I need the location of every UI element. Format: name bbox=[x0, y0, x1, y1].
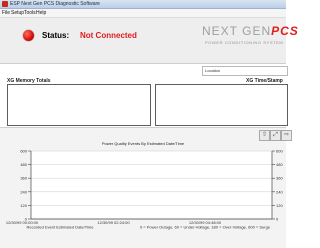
title-bar: ESP Next Gen PCS Diagnostic Software bbox=[0, 0, 286, 9]
x-tick-label: 12/30/99 02:24:00 bbox=[97, 220, 130, 225]
logo: NEXT GENPCS bbox=[202, 24, 299, 38]
status-value: Not Connected bbox=[80, 31, 137, 40]
y-tick-label-left: 240 bbox=[20, 189, 27, 194]
memory-totals-panel bbox=[7, 84, 151, 126]
x-axis-title: Recorded Event Estimated Date/Time bbox=[27, 225, 95, 230]
app-icon bbox=[2, 1, 8, 7]
menu-bar: File Setup Tools Help bbox=[0, 9, 286, 18]
menu-file[interactable]: File bbox=[2, 9, 10, 17]
events-chart: 0 0120 120240 240360 360480 480600 60012/30/99… bbox=[6, 149, 284, 230]
logo-text: NEXT GEN bbox=[202, 24, 272, 38]
status-indicator-icon bbox=[23, 30, 34, 41]
window-title: ESP Next Gen PCS Diagnostic Software bbox=[10, 1, 100, 7]
location-field[interactable] bbox=[202, 66, 288, 76]
y-tick-label-left: 600 bbox=[20, 149, 27, 154]
y-tick-label-left: 120 bbox=[20, 203, 27, 208]
menu-setup[interactable]: Setup bbox=[11, 9, 24, 17]
y-tick-label-right: 240 bbox=[276, 189, 283, 194]
menu-tools[interactable]: Tools bbox=[24, 9, 36, 17]
timestamp-panel bbox=[155, 84, 288, 126]
menu-help[interactable]: Help bbox=[36, 9, 46, 17]
logo-subtitle: POWER CONDITIONING SYSTEM bbox=[205, 40, 284, 45]
chart-legend-text: 0 = Power Outage, 60 = Under-Voltage, 18… bbox=[140, 225, 271, 230]
status-header: Status: Not Connected NEXT GENPCS POWER … bbox=[0, 18, 298, 76]
plot-background bbox=[31, 151, 272, 219]
chart-area: ⇧ ⤢ ⇨ Power Quality Events By Estimated … bbox=[0, 127, 292, 248]
y-tick-label-right: 0 bbox=[276, 217, 279, 222]
status-label: Status: bbox=[42, 31, 70, 40]
y-tick-label-right: 120 bbox=[276, 203, 283, 208]
y-tick-label-right: 600 bbox=[276, 149, 283, 154]
y-tick-label-right: 480 bbox=[276, 162, 283, 167]
logo-accent-text: PCS bbox=[271, 24, 299, 38]
y-tick-label-left: 480 bbox=[20, 162, 27, 167]
y-tick-label-right: 360 bbox=[276, 176, 283, 181]
y-tick-label-left: 360 bbox=[20, 176, 27, 181]
